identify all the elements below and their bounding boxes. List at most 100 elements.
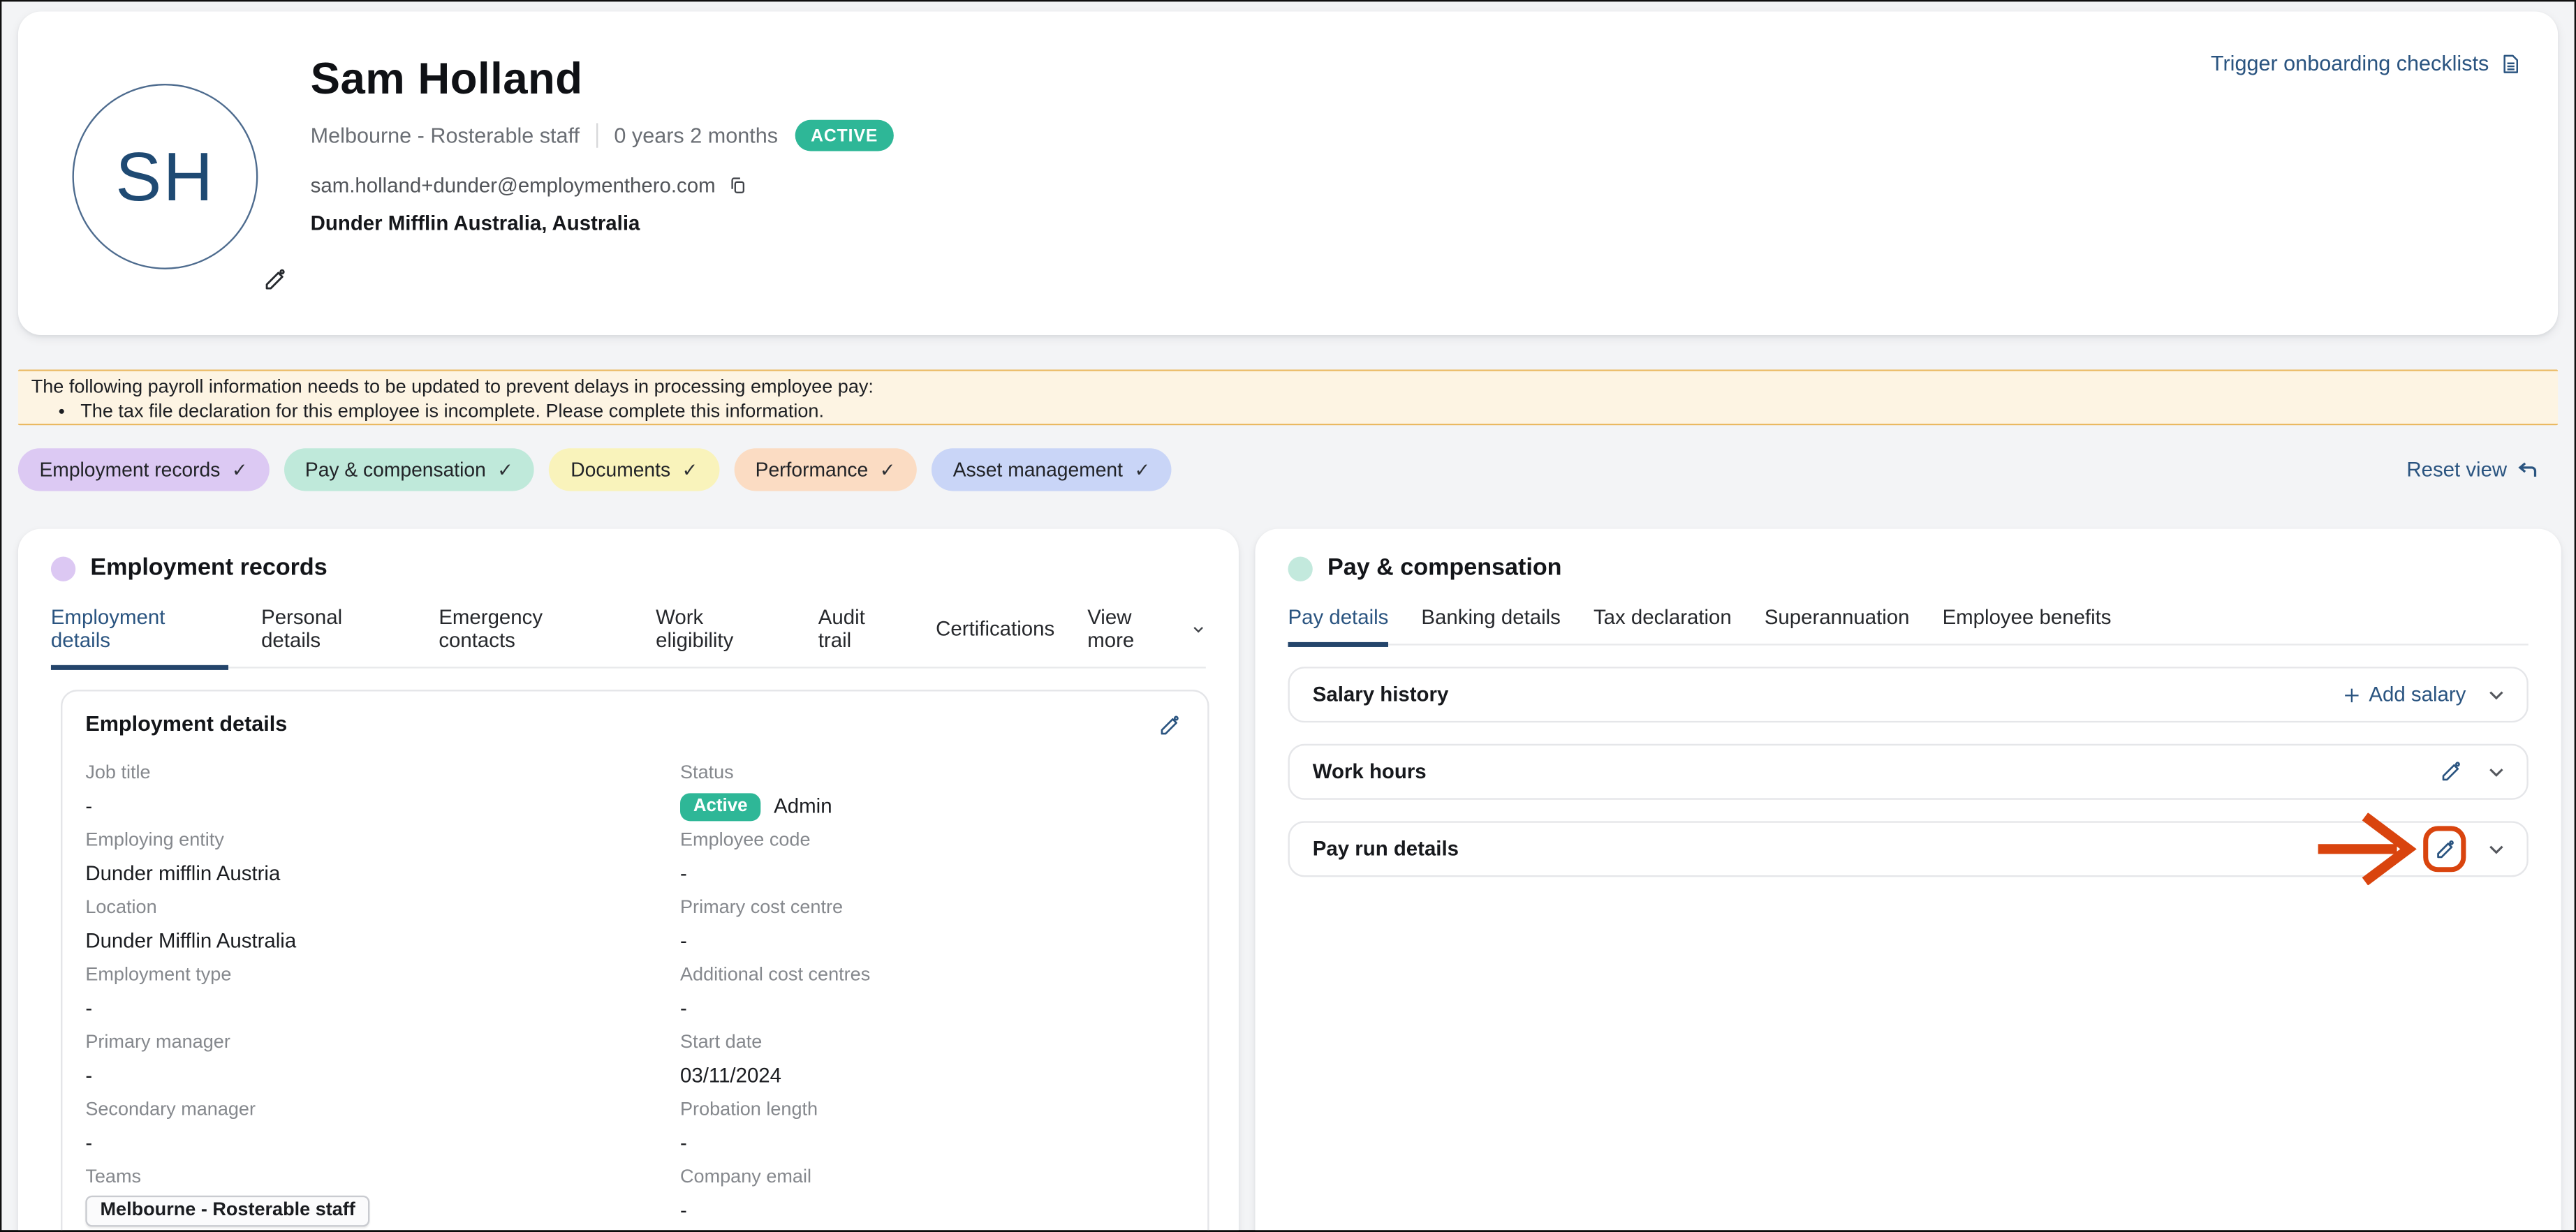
- undo-icon: [2517, 459, 2538, 481]
- tab-certifications[interactable]: Certifications: [936, 606, 1054, 670]
- alert-intro: The following payroll information needs …: [31, 378, 2545, 399]
- field-value: -: [680, 1128, 1184, 1157]
- annotation-arrow-icon: [2315, 813, 2420, 886]
- tab-view-more[interactable]: View more: [1087, 606, 1206, 670]
- field-value: Melbourne - Rosterable staff: [85, 1196, 663, 1227]
- mint-dot-icon: [1288, 556, 1313, 580]
- employment-records-header: Employment records: [51, 555, 1206, 581]
- tab-work-eligibility[interactable]: Work eligibility: [656, 606, 786, 670]
- field-value: -: [85, 993, 663, 1023]
- trigger-onboarding-checklists-link[interactable]: Trigger onboarding checklists: [2211, 51, 2522, 75]
- pay-compensation-card: Pay & compensation Pay details Banking d…: [1255, 529, 2561, 1232]
- field-primary-cost-centre: Primary cost centre -: [680, 898, 1184, 956]
- field-label: Probation length: [680, 1100, 1184, 1122]
- active-badge: Active: [680, 792, 760, 820]
- edit-employment-details-pencil-icon[interactable]: [1155, 711, 1184, 741]
- field-additional-cost-centres: Additional cost centres -: [680, 965, 1184, 1023]
- avatar-edit-pencil-icon[interactable]: [263, 267, 287, 292]
- company-name: Dunder Mifflin Australia, Australia: [311, 211, 895, 235]
- pill-documents[interactable]: Documents ✓: [550, 448, 719, 491]
- field-value: Dunder Mifflin Australia: [85, 926, 663, 956]
- pay-run-details-section[interactable]: Pay run details: [1288, 821, 2529, 877]
- field-probation-length: Probation length -: [680, 1100, 1184, 1157]
- add-salary-label: Add salary: [2369, 683, 2466, 706]
- employment-records-title: Employment records: [90, 555, 327, 581]
- edit-work-hours-pencil-icon[interactable]: [2436, 757, 2466, 787]
- status-extra: Admin: [774, 792, 832, 821]
- view-more-label: View more: [1087, 606, 1183, 652]
- pill-label: Documents: [571, 458, 670, 481]
- check-icon: ✓: [880, 458, 896, 481]
- employment-details-panel: Employment details Job title - Status A: [61, 690, 1209, 1232]
- employee-team: Melbourne - Rosterable staff: [311, 123, 580, 147]
- field-label: Start date: [680, 1033, 1184, 1055]
- tab-emergency-contacts[interactable]: Emergency contacts: [439, 606, 623, 670]
- field-value: -: [85, 792, 663, 821]
- field-start-date: Start date 03/11/2024: [680, 1033, 1184, 1090]
- pay-compensation-title: Pay & compensation: [1327, 555, 1562, 581]
- pill-employment-records[interactable]: Employment records ✓: [18, 448, 269, 491]
- field-label: Employing entity: [85, 831, 663, 852]
- pay-compensation-tabs: Pay details Banking details Tax declarat…: [1288, 606, 2529, 645]
- pill-label: Employment records: [39, 458, 220, 481]
- tab-tax-declaration[interactable]: Tax declaration: [1594, 606, 1732, 647]
- tab-audit-trail[interactable]: Audit trail: [818, 606, 903, 670]
- field-secondary-manager: Secondary manager -: [85, 1100, 663, 1157]
- employment-details-panel-title: Employment details: [85, 711, 287, 736]
- chevron-down-icon[interactable]: [2486, 838, 2508, 860]
- work-hours-title: Work hours: [1313, 760, 1427, 783]
- employee-profile-page: SH Sam Holland Melbourne - Rosterable st…: [0, 0, 2576, 1232]
- employee-name: Sam Holland: [311, 54, 895, 105]
- field-status: Status Active Admin: [680, 764, 1184, 821]
- field-label: Job title: [85, 764, 663, 785]
- check-icon: ✓: [1134, 458, 1150, 481]
- employment-records-card: Employment records Employment details Pe…: [18, 529, 1239, 1232]
- reset-view-label: Reset view: [2406, 458, 2507, 481]
- field-primary-manager: Primary manager -: [85, 1033, 663, 1090]
- field-label: Primary manager: [85, 1033, 663, 1055]
- field-teams: Teams Melbourne - Rosterable staff: [85, 1168, 663, 1227]
- pay-run-details-title: Pay run details: [1313, 838, 1459, 861]
- field-label: Location: [85, 898, 663, 920]
- chevron-down-icon: [1191, 621, 1206, 636]
- salary-history-section[interactable]: Salary history Add salary: [1288, 667, 2529, 722]
- pill-pay-compensation[interactable]: Pay & compensation ✓: [284, 448, 534, 491]
- annotation-highlight-box: [2423, 826, 2466, 872]
- header-info: Sam Holland Melbourne - Rosterable staff…: [311, 54, 895, 235]
- field-label: Additional cost centres: [680, 965, 1184, 987]
- tab-employment-details[interactable]: Employment details: [51, 606, 228, 670]
- trigger-onboarding-label: Trigger onboarding checklists: [2211, 51, 2489, 75]
- field-label: Primary cost centre: [680, 898, 1184, 920]
- field-value: Dunder mifflin Austria: [85, 859, 663, 888]
- chevron-down-icon[interactable]: [2486, 684, 2508, 706]
- reset-view-button[interactable]: Reset view: [2406, 458, 2538, 481]
- field-value: -: [680, 993, 1184, 1023]
- add-salary-button[interactable]: Add salary: [2343, 683, 2466, 706]
- tab-employee-benefits[interactable]: Employee benefits: [1943, 606, 2112, 647]
- tab-superannuation[interactable]: Superannuation: [1765, 606, 1910, 647]
- field-label: Employment type: [85, 965, 663, 987]
- employee-email-row: sam.holland+dunder@employmenthero.com: [311, 174, 895, 197]
- employee-tenure: 0 years 2 months: [614, 123, 778, 147]
- profile-header-card: SH Sam Holland Melbourne - Rosterable st…: [18, 11, 2558, 334]
- viewport: SH Sam Holland Melbourne - Rosterable st…: [0, 0, 2576, 1232]
- document-icon: [2498, 52, 2522, 75]
- field-label: Company email: [680, 1168, 1184, 1189]
- pill-label: Performance: [756, 458, 869, 481]
- work-hours-section[interactable]: Work hours: [1288, 744, 2529, 800]
- tab-banking-details[interactable]: Banking details: [1421, 606, 1560, 647]
- pill-asset-management[interactable]: Asset management ✓: [932, 448, 1172, 491]
- payroll-alert-banner: The following payroll information needs …: [18, 369, 2558, 425]
- field-value: -: [85, 1128, 663, 1157]
- tab-personal-details[interactable]: Personal details: [261, 606, 406, 670]
- pill-performance[interactable]: Performance ✓: [734, 448, 917, 491]
- field-label: Status: [680, 764, 1184, 785]
- field-value: 03/11/2024: [680, 1061, 1184, 1090]
- tab-pay-details[interactable]: Pay details: [1288, 606, 1389, 647]
- pill-label: Pay & compensation: [305, 458, 486, 481]
- alert-item: The tax file declaration for this employ…: [80, 402, 2545, 424]
- chevron-down-icon[interactable]: [2486, 761, 2508, 782]
- edit-pay-run-details-pencil-icon[interactable]: [2430, 834, 2459, 863]
- employee-email: sam.holland+dunder@employmenthero.com: [311, 174, 716, 197]
- copy-icon[interactable]: [727, 176, 746, 195]
